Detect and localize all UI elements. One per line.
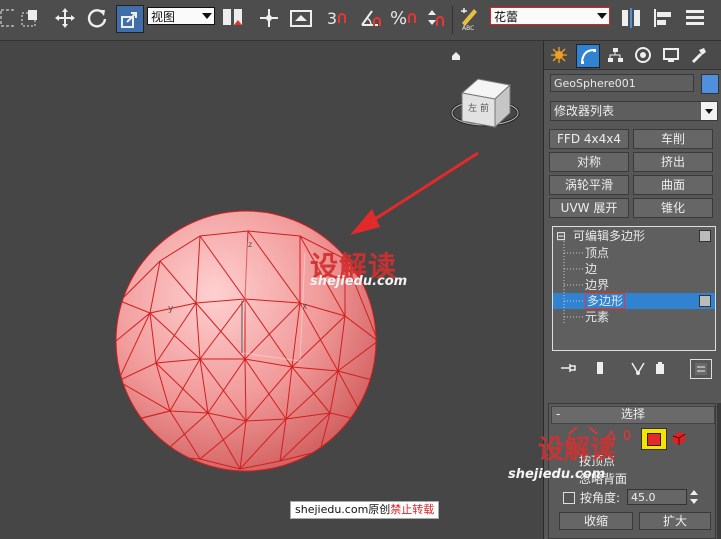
create-tab[interactable] (548, 44, 570, 66)
command-panel-tabs (544, 41, 721, 70)
unwrap-uvw-button[interactable]: UVW 展开 (549, 198, 629, 218)
collapse-rollout-icon[interactable]: - (556, 407, 560, 422)
symmetry-button[interactable]: 对称 (549, 152, 629, 172)
modifier-list-label: 修改器列表 (554, 104, 615, 118)
by-angle-label: 按角度: (580, 491, 621, 505)
command-panel: GeoSphere001 修改器列表 FFD 4x4x4 车削 对称 挤出 涡轮… (508, 41, 721, 539)
angle-snap-icon[interactable] (358, 5, 384, 31)
show-end-result-icon[interactable] (590, 359, 610, 377)
object-name-field[interactable]: GeoSphere001 (550, 74, 694, 92)
manipulate-icon[interactable] (256, 5, 282, 31)
edit-named-selection-icon[interactable]: ABC (458, 5, 484, 31)
credit-label: shejiedu.com原创禁止转载 (290, 501, 440, 519)
named-selection-dropdown[interactable]: 花蕾 (490, 7, 610, 25)
element-level-icon[interactable] (671, 430, 687, 446)
credit-url: shejiedu.com原创 (295, 503, 391, 516)
perspective-viewport[interactable]: 左 前 y x z 设解读 shejiedu.com shejiedu.com原… (0, 41, 543, 539)
align-icon[interactable] (650, 5, 676, 31)
object-color-swatch[interactable] (701, 74, 719, 94)
credit-warning: 禁止转载 (390, 503, 435, 516)
snaps-icon[interactable]: 3 (324, 5, 350, 31)
configure-sets-icon[interactable] (690, 359, 712, 379)
viewcube-label-left: 左 (468, 102, 477, 114)
watermark-url: shejiedu.com (508, 467, 606, 482)
panel-scrollbar[interactable] (717, 403, 721, 539)
modifier-list-dropdown[interactable]: 修改器列表 (550, 101, 718, 121)
gizmo-y-label: y (168, 304, 174, 314)
stack-controls (552, 359, 716, 379)
watermark-url: shejiedu.com (310, 274, 408, 289)
scale-icon[interactable] (116, 5, 144, 33)
gizmo-x-label: x (302, 302, 308, 312)
make-unique-icon[interactable] (628, 359, 648, 377)
select-region-icon[interactable] (0, 5, 14, 31)
gizmo-z-label: z (248, 240, 252, 249)
keyboard-shortcut-icon[interactable] (288, 5, 314, 31)
mirror-icon[interactable] (618, 5, 644, 31)
turbosmooth-button[interactable]: 涡轮平滑 (549, 175, 629, 195)
taper-button[interactable]: 锥化 (633, 198, 713, 218)
modifier-toggle-icon[interactable] (699, 230, 711, 242)
percent-snap-icon[interactable]: % (390, 5, 416, 31)
reference-coordinate-dropdown[interactable]: 视图 (147, 7, 215, 25)
watermark-logo: 设解读 (538, 435, 617, 465)
viewport-canvas: 左 前 y x z (115, 52, 520, 472)
pin-stack-icon[interactable] (558, 359, 578, 377)
annotation-arrow (350, 151, 479, 235)
lathe-button[interactable]: 车削 (633, 129, 713, 149)
chevron-down-icon (597, 13, 607, 19)
svg-text:0: 0 (623, 429, 631, 444)
viewcube-label-front: 前 (480, 102, 489, 114)
remove-modifier-icon[interactable] (650, 359, 670, 377)
spinner-snap-icon[interactable] (422, 5, 448, 31)
rotate-icon[interactable] (84, 5, 110, 31)
move-icon[interactable] (52, 5, 78, 31)
surface-button[interactable]: 曲面 (633, 175, 713, 195)
home-icon[interactable] (452, 52, 460, 60)
chevron-down-icon (701, 102, 717, 120)
chevron-down-icon (202, 13, 212, 19)
modify-tab[interactable] (576, 44, 600, 68)
utilities-tab[interactable] (688, 44, 710, 66)
snap-value: 3 (326, 8, 338, 28)
stack-tree-lines (563, 241, 583, 323)
grow-button[interactable]: 扩大 (639, 512, 711, 530)
selection-rollout-title: 选择 (620, 407, 645, 421)
modifier-stack: ⊟ 可编辑多边形 顶点 边 边界 多边形 元素 (552, 226, 716, 351)
by-angle-checkbox[interactable] (563, 492, 575, 504)
shrink-button[interactable]: 收缩 (559, 512, 633, 530)
by-angle-input[interactable]: 45.0 (627, 489, 687, 505)
ffd-button[interactable]: FFD 4x4x4 (549, 129, 629, 149)
main-toolbar: 视图 3 % ABC 花蕾 (0, 0, 721, 41)
named-selection-value: 花蕾 (494, 10, 519, 24)
reference-coordinate-value: 视图 (151, 10, 176, 24)
svg-text:ABC: ABC (462, 25, 474, 31)
viewcube[interactable] (450, 78, 520, 129)
window-crossing-icon[interactable] (16, 5, 42, 31)
motion-tab[interactable] (632, 44, 654, 66)
angle-spinner-icon[interactable] (689, 489, 699, 505)
layers-icon[interactable] (682, 5, 708, 31)
toolbar-divider (452, 6, 453, 34)
modifier-toggle-icon[interactable] (699, 295, 711, 307)
polygon-level-button[interactable] (641, 428, 667, 450)
display-tab[interactable] (660, 44, 682, 66)
hierarchy-tab[interactable] (604, 44, 626, 66)
pivot-icon[interactable] (220, 5, 246, 31)
extrude-button[interactable]: 挤出 (633, 152, 713, 172)
